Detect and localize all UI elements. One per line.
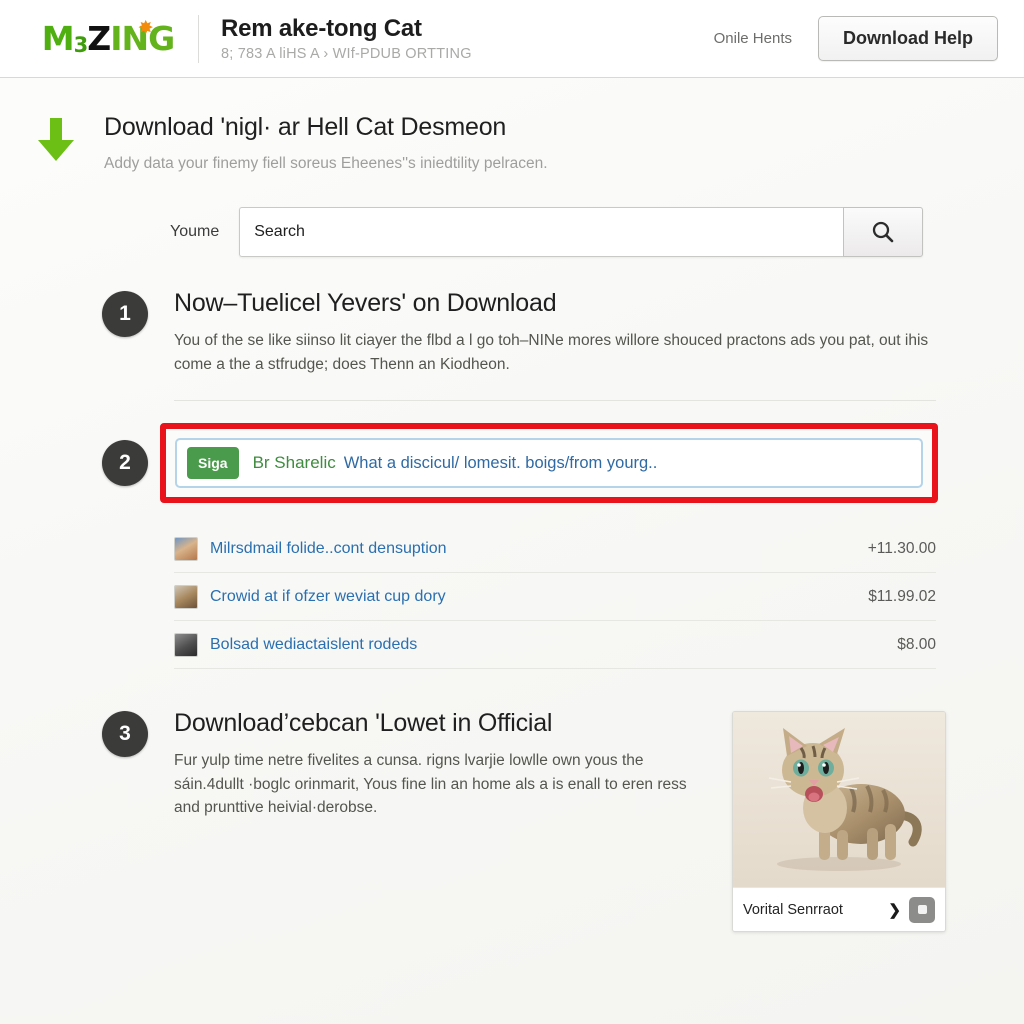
- intro-paragraph: Addy data your finemy fiell soreus Eheen…: [104, 155, 548, 172]
- main-content: Download 'nigl· ar Hell Cat Desmeon Addy…: [0, 78, 1024, 933]
- table-row[interactable]: Bolsad wediactaislent rodeds $8.00: [174, 621, 936, 670]
- step-3-area: 3 Download’cebcan 'Lowet in Official Fur…: [0, 709, 1024, 933]
- card-action-button[interactable]: [909, 896, 935, 923]
- intro-section: Download 'nigl· ar Hell Cat Desmeon Addy…: [0, 78, 1024, 173]
- online-hints-link[interactable]: Onile Hents: [714, 30, 792, 47]
- card-caption-bar: Vorital Senrraot ❯: [733, 887, 945, 932]
- step-paragraph: Fur yulp time netre fivelites a cunsa. r…: [174, 752, 687, 817]
- step-1: 1 Now–Tuelicel Yevers' on Download You o…: [0, 289, 1024, 376]
- promo-blue-text: What a discicul/ lomesit. boigs/from you…: [343, 453, 658, 472]
- page-root: M3ZING ✸ Rem ake-tong Cat 8; 783 A liHS …: [0, 0, 1024, 1024]
- logo-star-icon: ✸: [137, 16, 154, 39]
- result-price: $11.99.02: [868, 587, 936, 605]
- card-caption: Vorital Senrraot: [743, 901, 843, 918]
- step-body: Download’cebcan 'Lowet in Official Fur y…: [148, 709, 732, 820]
- search-box: [239, 207, 924, 257]
- download-help-button[interactable]: Download Help: [818, 16, 998, 61]
- promo-badge: Siga: [187, 447, 239, 480]
- steps-list: 1 Now–Tuelicel Yevers' on Download You o…: [0, 289, 1024, 933]
- chevron-right-icon[interactable]: ❯: [888, 901, 901, 919]
- step-2: 2 Siga Br Sharelic What a discicul/ lome…: [0, 423, 1024, 504]
- intro-heading: Download 'nigl· ar Hell Cat Desmeon: [104, 113, 507, 141]
- step-paragraph: You of the se like siinso lit ciayer the…: [174, 332, 929, 373]
- cat-thumbnail-1-icon: [174, 536, 198, 561]
- step-number-badge: 1: [102, 291, 148, 337]
- search-icon: [873, 221, 894, 243]
- result-price: $8.00: [897, 635, 936, 653]
- logo-letter-z: Z: [87, 18, 111, 58]
- search-input[interactable]: [239, 207, 844, 257]
- search-row: Youme: [0, 207, 1024, 257]
- result-link[interactable]: Milrsdmail folide..cont densuption: [210, 540, 854, 558]
- result-link[interactable]: Crowid at if ofzer weviat cup dory: [210, 588, 854, 606]
- logo-letter-m: M: [41, 18, 75, 58]
- logo-wordmark: M3ZING ✸: [41, 16, 175, 58]
- download-arrow-icon: [28, 112, 84, 164]
- results-list: Milrsdmail folide..cont densuption +11.3…: [174, 525, 936, 670]
- logo-superscript: 3: [73, 32, 89, 57]
- step-number-badge: 3: [102, 711, 148, 758]
- cat-thumbnail-3-icon: [174, 632, 198, 657]
- intro-text: Download 'nigl· ar Hell Cat Desmeon Addy…: [84, 112, 548, 173]
- table-row[interactable]: Milrsdmail folide..cont densuption +11.3…: [174, 525, 936, 574]
- breadcrumb: 8; 783 A liHS A › WIf-PDUB ORTTING: [221, 46, 472, 63]
- step-3: 3 Download’cebcan 'Lowet in Official Fur…: [0, 709, 732, 820]
- table-row[interactable]: Crowid at if ofzer weviat cup dory $11.9…: [174, 573, 936, 622]
- promo-green-text: Br Sharelic: [252, 453, 336, 473]
- step-3-inner: 3 Download’cebcan 'Lowet in Official Fur…: [0, 709, 732, 820]
- cat-thumbnail-2-icon: [174, 584, 198, 609]
- page-title: Rem ake-tong Cat: [221, 14, 422, 42]
- cat-photo: [733, 712, 945, 888]
- result-price: +11.30.00: [867, 539, 936, 557]
- section-divider: [174, 400, 936, 402]
- header-actions: Onile Hents Download Help: [714, 16, 998, 61]
- header-divider: [198, 14, 199, 63]
- step-heading: Now–Tuelicel Yevers' on Download: [174, 289, 557, 317]
- site-logo[interactable]: M3ZING ✸: [28, 16, 188, 58]
- header-title-block: Rem ake-tong Cat 8; 783 A liHS A › WIf-P…: [221, 15, 714, 63]
- cat-image-card[interactable]: Vorital Senrraot ❯: [732, 711, 946, 933]
- promo-banner[interactable]: Siga Br Sharelic What a discicul/ lomesi…: [175, 438, 923, 489]
- site-header: M3ZING ✸ Rem ake-tong Cat 8; 783 A liHS …: [0, 0, 1024, 78]
- step-body: Now–Tuelicel Yevers' on Download You of …: [148, 289, 1024, 376]
- highlight-box: Siga Br Sharelic What a discicul/ lomesi…: [160, 423, 938, 504]
- search-button[interactable]: [843, 207, 924, 257]
- result-link[interactable]: Bolsad wediactaislent rodeds: [210, 636, 883, 654]
- search-label: Youme: [170, 223, 220, 240]
- step-heading: Download’cebcan 'Lowet in Official: [174, 709, 553, 738]
- step-number-badge: 2: [102, 440, 148, 487]
- square-button-icon: [917, 905, 927, 915]
